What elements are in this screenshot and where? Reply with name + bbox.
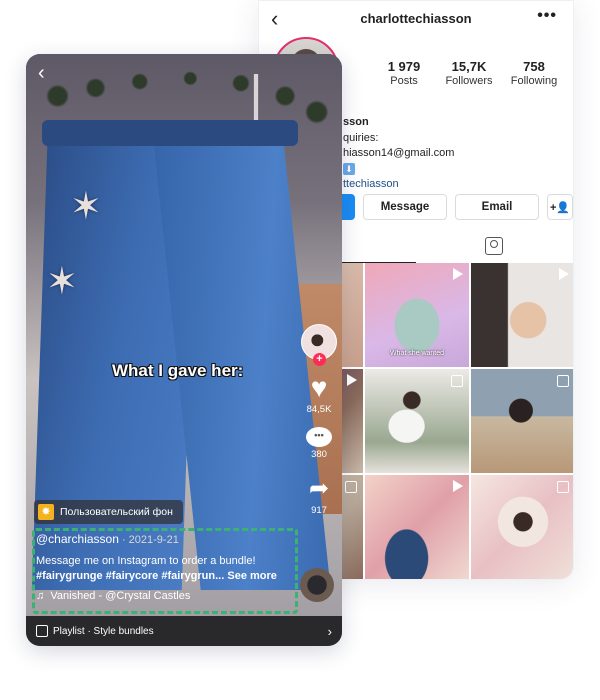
hashtags[interactable]: #fairygrunge #fairycore #fairygrun... [36, 570, 224, 582]
post-caption: What she wanted [389, 350, 445, 357]
sparkle-icon: ✸ [38, 504, 54, 520]
carousel-icon [451, 375, 463, 387]
video-icon [559, 268, 569, 280]
music-disc-icon[interactable] [300, 568, 334, 602]
video-icon [347, 374, 357, 386]
custom-background-label: Пользовательский фон [60, 506, 173, 518]
stat-label: Followers [445, 75, 493, 87]
stat-label: Following [510, 75, 558, 87]
caption-body: Message me on Instagram to order a bundl… [36, 555, 256, 567]
author-handle[interactable]: @charchiasson [36, 532, 119, 546]
profile-header: ‹ charlottechiasson ••• [259, 1, 573, 39]
creator-avatar[interactable]: + [301, 324, 337, 366]
grid-post[interactable] [365, 369, 469, 473]
see-more-link[interactable]: See more [227, 570, 277, 582]
custom-background-tag[interactable]: ✸ Пользовательский фон [34, 500, 183, 524]
post-date: · 2021-9-21 [118, 534, 179, 546]
video-icon [453, 268, 463, 280]
bio-name: sson [343, 116, 369, 128]
bio-email[interactable]: hiasson14@gmail.com [343, 146, 454, 162]
caption-text: Message me on Instagram to order a bundl… [36, 554, 298, 584]
grid-post[interactable] [471, 263, 573, 367]
message-button[interactable]: Message [363, 194, 447, 220]
playlist-bar[interactable]: Playlist · Style bundles › [26, 616, 342, 646]
share-arrow-icon[interactable]: ➦ [300, 474, 338, 503]
action-sidebar: + ♥ 84,5K ••• 380 ➦ 917 [300, 324, 338, 516]
stat-value: 1 979 [387, 59, 421, 74]
video-overlay-text: What I gave her: [112, 361, 244, 380]
grid-post[interactable]: What she wanted [365, 263, 469, 367]
stat-followers[interactable]: 15,7K Followers [439, 59, 499, 87]
stat-posts[interactable]: 1 979 Posts [374, 59, 434, 87]
stat-value: 758 [523, 59, 545, 74]
tagged-tab-icon[interactable] [485, 237, 503, 255]
playlist-label: Playlist · Style bundles [53, 625, 154, 637]
playlist-icon [36, 625, 48, 637]
star-embroidery: ✶ [70, 186, 102, 228]
comment-count: 380 [311, 449, 327, 460]
music-line[interactable]: ♫ Vanished - @Crystal Castles [36, 590, 190, 602]
stat-label: Posts [390, 75, 418, 87]
tiktok-video-card[interactable]: ✶ ✶ ‹ What I gave her: + ♥ 84,5K ••• 380… [26, 54, 342, 646]
back-icon[interactable]: ‹ [38, 62, 45, 85]
music-title: Vanished - @Crystal Castles [50, 590, 191, 602]
grid-post[interactable] [471, 369, 573, 473]
jeans-waistband [42, 120, 298, 146]
bio-line: quiries: [343, 131, 379, 144]
stat-value: 15,7K [451, 59, 487, 74]
caption-author-line: @charchiasson · 2021-9-21 [36, 532, 179, 546]
video-icon [453, 480, 463, 492]
chevron-right-icon[interactable]: › [328, 624, 332, 639]
star-embroidery: ✶ [46, 261, 78, 303]
profile-username: charlottechiasson [360, 11, 472, 26]
add-user-icon[interactable]: +👤 [547, 194, 573, 220]
bio-link[interactable]: ttechiasson [343, 177, 454, 193]
comment-icon[interactable]: ••• [306, 427, 332, 447]
like-count: 84,5K [306, 404, 332, 415]
carousel-icon [557, 481, 569, 493]
more-options-icon[interactable]: ••• [537, 7, 557, 25]
profile-stats: 1 979 Posts 15,7K Followers 758 Followin… [374, 59, 564, 87]
carousel-icon [557, 375, 569, 387]
grid-post[interactable] [365, 475, 469, 579]
music-note-icon: ♫ [36, 590, 45, 602]
carousel-icon [345, 481, 357, 493]
share-count: 917 [311, 505, 327, 516]
follow-plus-icon[interactable]: + [313, 353, 326, 366]
profile-bio: sson quiries: hiasson14@gmail.com ⬇ ttec… [343, 115, 454, 193]
like-heart-icon[interactable]: ♥ [300, 374, 338, 402]
grid-post[interactable] [471, 475, 573, 579]
stat-following[interactable]: 758 Following [504, 59, 564, 87]
email-button[interactable]: Email [455, 194, 539, 220]
down-arrow-emoji-icon: ⬇ [343, 162, 355, 175]
